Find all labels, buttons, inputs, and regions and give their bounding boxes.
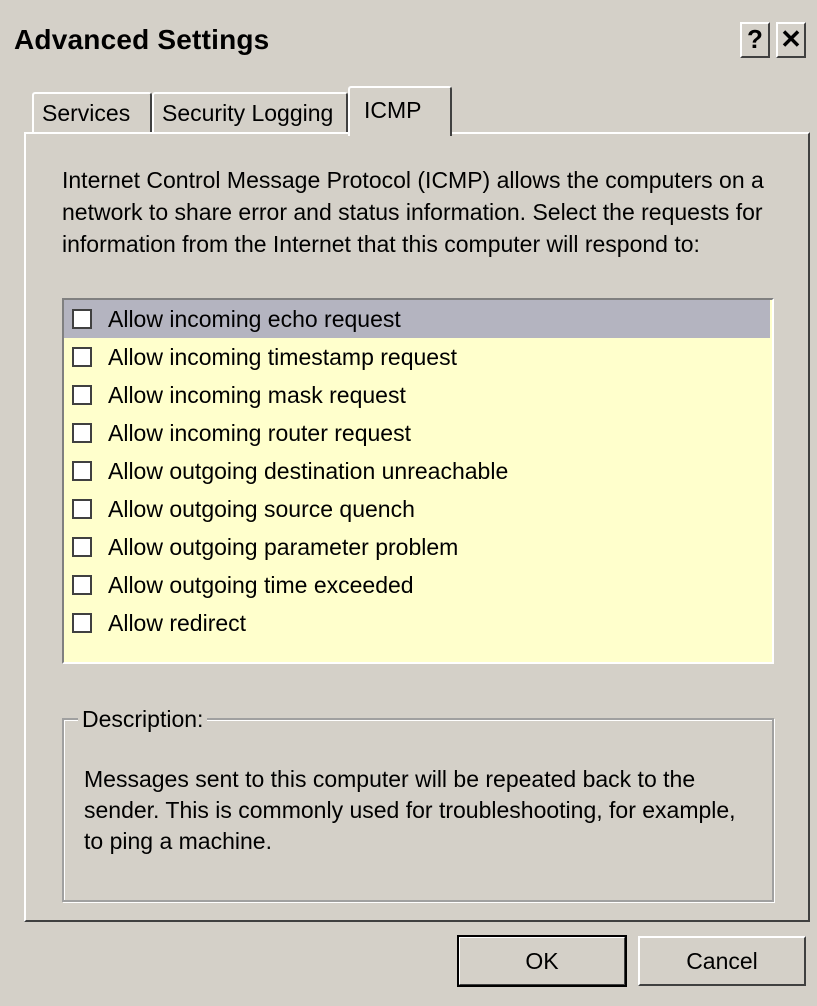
tab-security-logging[interactable]: Security Logging xyxy=(152,92,348,132)
tab-page-icmp: Internet Control Message Protocol (ICMP)… xyxy=(24,132,810,922)
description-legend: Description: xyxy=(78,704,208,734)
window-title: Advanced Settings xyxy=(14,24,270,55)
checkbox[interactable] xyxy=(72,309,92,329)
checkbox-label: Allow incoming mask request xyxy=(108,382,406,408)
list-item-source-quench[interactable]: Allow outgoing source quench xyxy=(64,490,770,528)
list-item-time-exceeded[interactable]: Allow outgoing time exceeded xyxy=(64,566,770,604)
checkbox[interactable] xyxy=(72,347,92,367)
checkbox-label: Allow incoming timestamp request xyxy=(108,344,457,370)
checkbox-label: Allow incoming echo request xyxy=(108,306,401,332)
checkbox-label: Allow outgoing destination unreachable xyxy=(108,458,509,484)
help-button[interactable]: ? xyxy=(740,22,770,58)
description-group: Description: Messages sent to this compu… xyxy=(62,704,774,902)
icmp-options-list[interactable]: Allow incoming echo request Allow incomi… xyxy=(62,298,774,664)
list-item-parameter-problem[interactable]: Allow outgoing parameter problem xyxy=(64,528,770,566)
ok-button[interactable]: OK xyxy=(457,935,627,987)
list-item-timestamp-request[interactable]: Allow incoming timestamp request xyxy=(64,338,770,376)
cancel-button[interactable]: Cancel xyxy=(638,936,806,986)
list-item-destination-unreachable[interactable]: Allow outgoing destination unreachable xyxy=(64,452,770,490)
checkbox-label: Allow outgoing time exceeded xyxy=(108,572,414,598)
tab-services[interactable]: Services xyxy=(32,92,152,132)
title-bar: Advanced Settings ? ✕ xyxy=(0,0,817,84)
checkbox[interactable] xyxy=(72,423,92,443)
checkbox[interactable] xyxy=(72,499,92,519)
checkbox[interactable] xyxy=(72,613,92,633)
tab-icmp[interactable]: ICMP xyxy=(348,86,452,136)
list-item-redirect[interactable]: Allow redirect xyxy=(64,604,770,642)
checkbox[interactable] xyxy=(72,537,92,557)
close-button[interactable]: ✕ xyxy=(776,22,806,58)
list-item-mask-request[interactable]: Allow incoming mask request xyxy=(64,376,770,414)
checkbox-label: Allow outgoing parameter problem xyxy=(108,534,459,560)
list-item-echo-request[interactable]: Allow incoming echo request xyxy=(64,300,770,338)
list-item-router-request[interactable]: Allow incoming router request xyxy=(64,414,770,452)
checkbox-label: Allow redirect xyxy=(108,610,247,636)
checkbox[interactable] xyxy=(72,575,92,595)
checkbox[interactable] xyxy=(72,385,92,405)
checkbox-label: Allow outgoing source quench xyxy=(108,496,415,522)
checkbox-label: Allow incoming router request xyxy=(108,420,411,446)
intro-text: Internet Control Message Protocol (ICMP)… xyxy=(62,167,764,257)
checkbox[interactable] xyxy=(72,461,92,481)
description-text: Messages sent to this computer will be r… xyxy=(84,766,736,854)
